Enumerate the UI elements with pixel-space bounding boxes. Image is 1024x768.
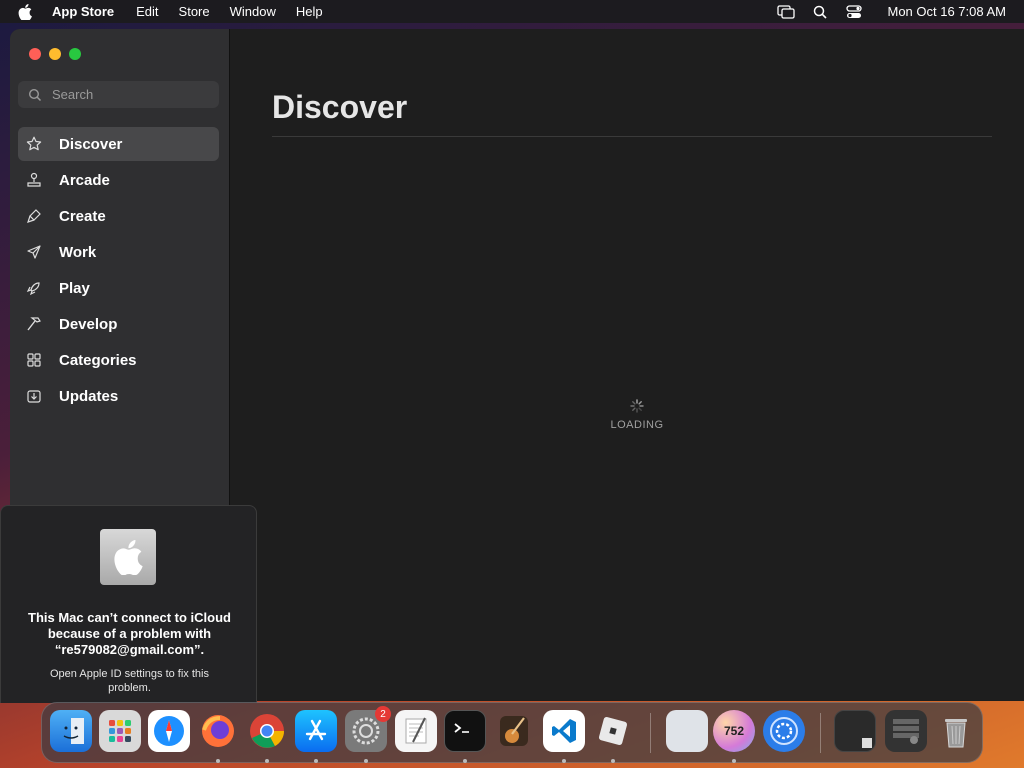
sidebar-item-arcade[interactable]: Arcade xyxy=(18,163,219,197)
roblox-icon[interactable] xyxy=(592,710,634,752)
running-indicator xyxy=(314,759,318,763)
running-indicator xyxy=(463,759,467,763)
apple-logo-icon xyxy=(100,529,156,585)
sidebar-item-label: Categories xyxy=(59,351,137,369)
chrome-icon[interactable] xyxy=(246,710,288,752)
system-settings-icon[interactable]: 2 xyxy=(345,706,391,752)
sidebar-item-develop[interactable]: Develop xyxy=(18,307,219,341)
sidebar-item-discover[interactable]: Discover xyxy=(18,127,219,161)
sidebar-item-label: Create xyxy=(59,207,106,225)
safari-icon[interactable] xyxy=(148,710,190,752)
menu-bar: App Store Edit Store Window Help Mon Oct… xyxy=(0,0,1024,23)
apple-menu-icon[interactable] xyxy=(18,3,36,21)
downloads-stack-icon[interactable] xyxy=(885,710,927,752)
app-store-icon[interactable] xyxy=(295,710,337,752)
network-utility-icon[interactable] xyxy=(763,710,805,752)
main-content: Discover LOADING xyxy=(231,29,1024,701)
finder-icon[interactable] xyxy=(50,710,92,752)
sidebar-item-label: Develop xyxy=(59,315,118,333)
hammer-icon xyxy=(26,316,42,332)
menu-edit[interactable]: Edit xyxy=(136,4,158,19)
firefox-icon[interactable] xyxy=(197,710,239,752)
menu-help[interactable]: Help xyxy=(296,4,323,19)
joystick-icon xyxy=(26,172,42,188)
search-placeholder: Search xyxy=(52,87,94,102)
sidebar-item-categories[interactable]: Categories xyxy=(18,343,219,377)
paper-plane-icon xyxy=(26,244,42,260)
sidebar-item-play[interactable]: Play xyxy=(18,271,219,305)
trash-icon[interactable] xyxy=(935,710,977,752)
app-menu-appstore[interactable]: App Store xyxy=(52,4,114,19)
settings-badge: 2 xyxy=(375,706,391,722)
preview-icon[interactable] xyxy=(666,710,708,752)
icloud-error-subtext: Open Apple ID settings to fix this probl… xyxy=(50,668,209,694)
loading-indicator: LOADING xyxy=(607,399,667,431)
icloud-error-message: This Mac can’t connect to iCloud because… xyxy=(28,610,231,657)
title-divider xyxy=(272,136,992,137)
sidebar-item-create[interactable]: Create xyxy=(18,199,219,233)
running-indicator xyxy=(611,759,615,763)
sidebar-item-label: Discover xyxy=(59,135,123,153)
download-icon xyxy=(26,388,42,404)
dock: 2 752 xyxy=(41,702,983,763)
search-icon xyxy=(28,88,42,102)
dock-separator xyxy=(820,713,821,753)
sidebar-item-label: Work xyxy=(59,243,97,261)
brush-icon xyxy=(26,208,42,224)
loading-label: LOADING xyxy=(610,419,664,431)
running-indicator xyxy=(265,759,269,763)
sidebar-item-label: Updates xyxy=(59,387,119,405)
counter-app-icon[interactable]: 752 xyxy=(713,710,755,752)
page-title: Discover xyxy=(272,89,408,125)
terminal-icon[interactable] xyxy=(444,710,486,752)
control-center-icon[interactable] xyxy=(845,4,863,20)
launchpad-icon[interactable] xyxy=(99,710,141,752)
sidebar-item-work[interactable]: Work xyxy=(18,235,219,269)
minimize-window-button[interactable] xyxy=(49,48,61,60)
vscode-icon[interactable] xyxy=(543,710,585,752)
icloud-error-popup[interactable]: This Mac can’t connect to iCloud because… xyxy=(0,505,257,703)
zoom-window-button[interactable] xyxy=(69,48,81,60)
screen-mirroring-icon[interactable] xyxy=(777,4,796,20)
textedit-icon[interactable] xyxy=(395,710,437,752)
search-field[interactable]: Search xyxy=(18,81,219,108)
counter-badge: 752 xyxy=(723,724,745,738)
sidebar-item-updates[interactable]: Updates xyxy=(18,379,219,413)
menu-store[interactable]: Store xyxy=(179,4,210,19)
sidebar-item-label: Arcade xyxy=(59,171,110,189)
spinner-icon xyxy=(630,399,644,413)
window-controls xyxy=(29,48,81,60)
dock-separator xyxy=(650,713,651,753)
running-indicator xyxy=(562,759,566,763)
close-window-button[interactable] xyxy=(29,48,41,60)
garageband-icon[interactable] xyxy=(493,710,535,752)
sidebar-item-label: Play xyxy=(59,279,90,297)
sidebar-nav: Discover Arcade Create Work Play Develop… xyxy=(18,127,219,415)
running-indicator xyxy=(364,759,368,763)
running-indicator xyxy=(732,759,736,763)
menubar-clock[interactable]: Mon Oct 16 7:08 AM xyxy=(887,4,1006,19)
spotlight-search-icon[interactable] xyxy=(811,4,829,20)
rocket-icon xyxy=(26,280,42,296)
running-indicator xyxy=(216,759,220,763)
minimized-window-icon[interactable] xyxy=(834,710,876,752)
star-icon xyxy=(26,136,42,152)
menu-window[interactable]: Window xyxy=(230,4,276,19)
grid-icon xyxy=(26,352,42,368)
